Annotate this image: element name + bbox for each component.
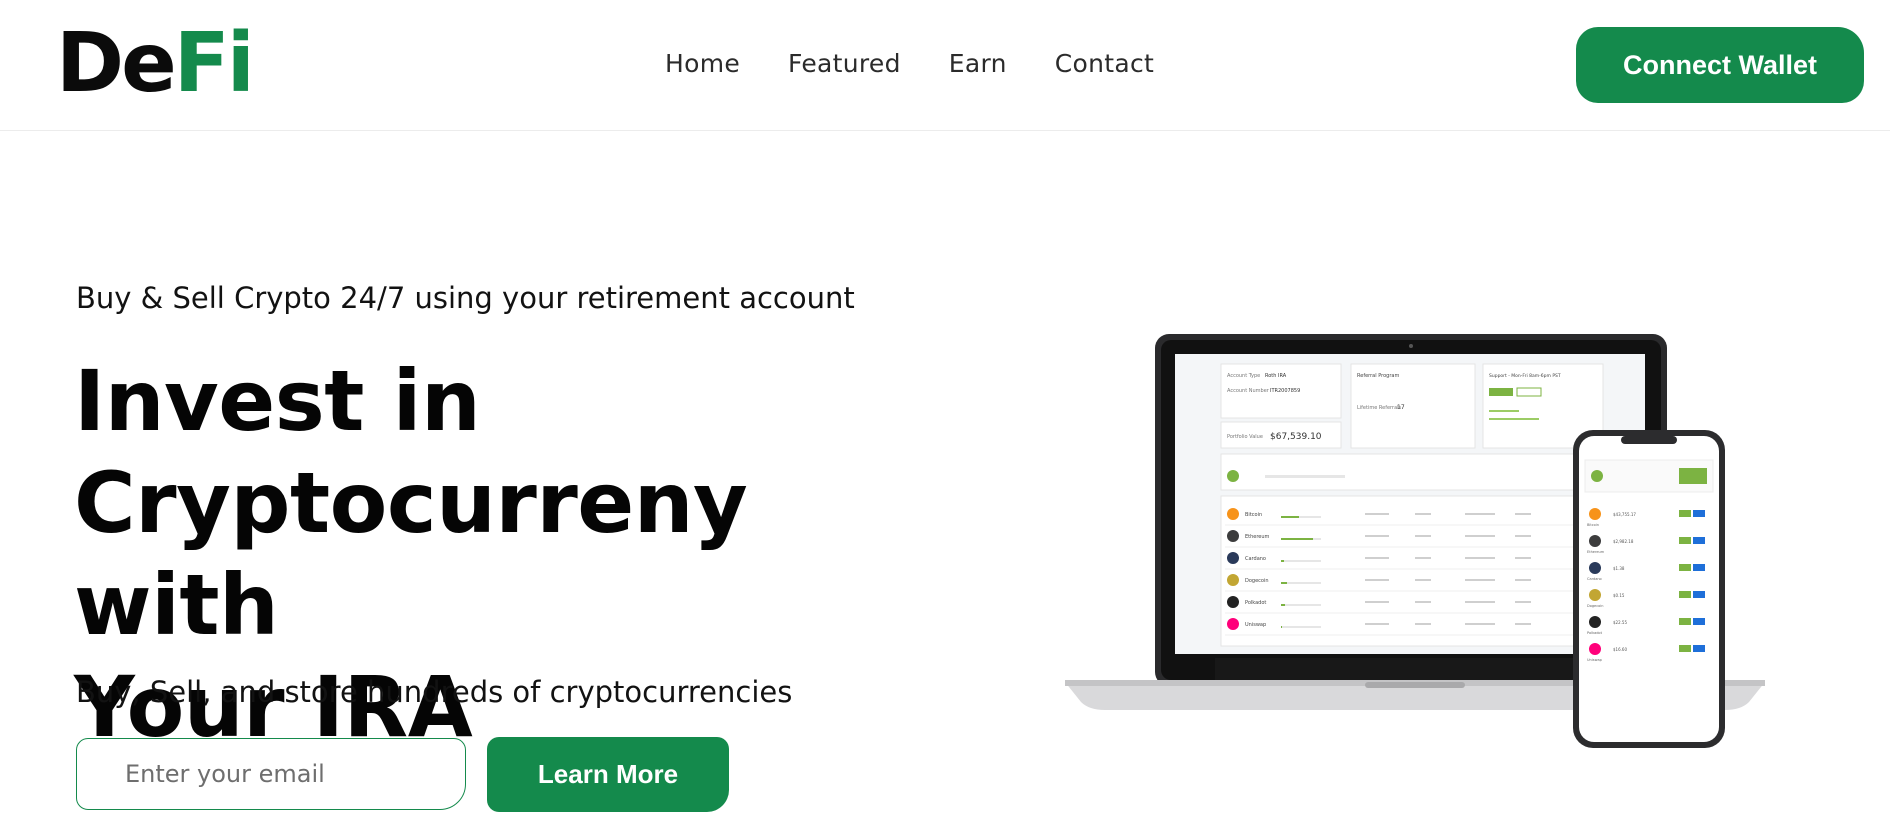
lifetime-referrals-label: Lifetime Referrals (1357, 405, 1402, 411)
nav-home[interactable]: Home (665, 46, 740, 82)
support-title: Support - Mon-Fri 8am-6pm PST (1489, 373, 1561, 379)
coin-icon (1227, 552, 1239, 564)
coin-icon (1589, 616, 1601, 628)
laptop-asset-name: Uniswap (1245, 622, 1266, 628)
sell-chip (1693, 618, 1705, 625)
nav-contact[interactable]: Contact (1055, 46, 1154, 82)
phone-asset-name: Dogecoin (1587, 604, 1603, 608)
phone-asset-name: Cardano (1587, 577, 1602, 581)
laptop-asset-name: Polkadot (1245, 600, 1266, 606)
laptop-asset-name: Cardano (1245, 556, 1266, 562)
main-nav: Home Featured Earn Contact (665, 46, 1154, 82)
hero-title-line-2: Cryptocurreny with (74, 454, 748, 654)
phone-asset-name: Polkadot (1587, 631, 1603, 635)
hero-kicker: Buy & Sell Crypto 24/7 using your retire… (76, 281, 855, 315)
hero-title-line-1: Invest in (74, 352, 481, 450)
coin-icon (1589, 589, 1601, 601)
coin-icon (1589, 508, 1601, 520)
account-number-value: ITR2007859 (1270, 388, 1300, 394)
email-input[interactable] (76, 738, 466, 810)
defi-logo[interactable]: DeFi (56, 14, 255, 114)
phone-asset-price: $1.38 (1613, 566, 1625, 571)
coin-icon (1227, 596, 1239, 608)
phone-asset-price: $16.60 (1613, 647, 1627, 652)
coin-icon (1227, 508, 1239, 520)
site-header: DeFi Home Featured Earn Contact Connect … (0, 0, 1890, 131)
phone-asset-price: $0.15 (1613, 593, 1625, 598)
nav-featured[interactable]: Featured (788, 46, 901, 82)
account-type-label: Account Type (1227, 373, 1260, 379)
coin-icon (1227, 574, 1239, 586)
logo-text-de: De (56, 16, 177, 111)
buy-chip (1679, 591, 1691, 598)
hero-subtitle: Buy, Sell, and store hundreds of cryptoc… (76, 675, 793, 709)
phone-asset-price: $22.55 (1613, 620, 1627, 625)
phone-asset-name: Uniswap (1587, 658, 1603, 662)
sell-chip (1693, 591, 1705, 598)
laptop-asset-name: Ethereum (1245, 534, 1270, 540)
phone-asset-name: Bitcoin (1587, 523, 1599, 527)
buy-chip (1679, 537, 1691, 544)
portfolio-label: Portfolio Value (1227, 434, 1263, 440)
laptop-asset-name: Bitcoin (1245, 512, 1262, 518)
coin-icon (1589, 562, 1601, 574)
connect-wallet-button[interactable]: Connect Wallet (1576, 27, 1864, 103)
buy-chip (1679, 645, 1691, 652)
coin-icon (1227, 618, 1239, 630)
buy-chip (1679, 618, 1691, 625)
coin-icon (1227, 530, 1239, 542)
coin-icon (1589, 535, 1601, 547)
referral-title: Referral Program (1357, 373, 1399, 379)
laptop-asset-name: Dogecoin (1245, 578, 1269, 584)
buy-chip (1679, 564, 1691, 571)
portfolio-value: $67,539.10 (1270, 432, 1322, 442)
account-type-value: Roth IRA (1265, 373, 1287, 379)
learn-more-button[interactable]: Learn More (487, 737, 729, 812)
phone-asset-name: Ethereum (1587, 550, 1605, 554)
lifetime-referrals-value: 17 (1397, 404, 1405, 411)
sell-chip (1693, 564, 1705, 571)
coin-icon (1589, 643, 1601, 655)
sell-chip (1693, 645, 1705, 652)
nav-earn[interactable]: Earn (949, 46, 1007, 82)
buy-chip (1679, 510, 1691, 517)
sell-chip (1693, 537, 1705, 544)
sell-chip (1693, 510, 1705, 517)
phone-asset-price: $2,982.18 (1613, 539, 1634, 544)
device-illustration: Account Type Roth IRA Account Number ITR… (1065, 334, 1765, 748)
phone-asset-price: $43,755.17 (1613, 512, 1636, 517)
account-number-label: Account Number (1227, 388, 1270, 394)
logo-text-fi: Fi (173, 16, 255, 111)
